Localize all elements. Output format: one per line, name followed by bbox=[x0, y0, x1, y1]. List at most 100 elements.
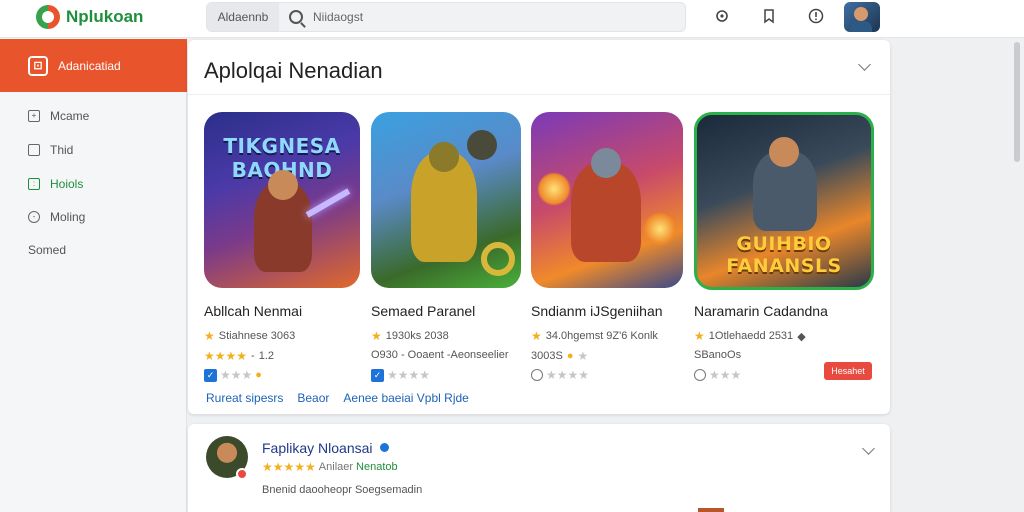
diamond-icon: ◆ bbox=[797, 330, 806, 343]
settings-icon[interactable] bbox=[714, 8, 730, 24]
search-icon bbox=[289, 10, 303, 24]
rating-text: Anilaer bbox=[318, 461, 354, 473]
review-card: Faplikay Nloansai ★★★★★ Anilaer Nenatob … bbox=[188, 424, 890, 512]
character-head bbox=[429, 142, 459, 172]
sidebar-item-label: Moling bbox=[50, 210, 86, 224]
rating-separator: - bbox=[251, 350, 255, 362]
app-meta: ★ 34.0hgemst 9Z'6 Konlk bbox=[531, 329, 658, 343]
app-actions: ★★★★ bbox=[531, 368, 589, 382]
app-card-4[interactable]: GUIHBIO FANANSLS Naramarin Cadandna ★ 1O… bbox=[694, 112, 874, 382]
sidebar-item-4[interactable]: - Moling bbox=[28, 210, 85, 224]
apps-section-card: Aplolqai Nenadian TIKGNESA BAOHND Abllca… bbox=[188, 40, 890, 414]
bookmark-icon[interactable] bbox=[761, 8, 777, 24]
weapon-glow bbox=[305, 188, 351, 218]
star-icon: ★ bbox=[371, 329, 382, 343]
user-avatar[interactable] bbox=[844, 2, 880, 32]
star-outline-icon: ★★★ bbox=[220, 368, 253, 382]
shield bbox=[481, 242, 515, 276]
divider bbox=[188, 94, 890, 95]
app-rating: ★★★★ - 1.2 bbox=[204, 349, 274, 363]
reviewer-name[interactable]: Faplikay Nloansai bbox=[262, 440, 373, 456]
app-meta-text: 34.0hgemst 9Z'6 Konlk bbox=[545, 330, 658, 342]
section-links: Rureat sipesrs Beaor Aenee baeiai Vpbl R… bbox=[206, 391, 469, 405]
sidebar-item-3[interactable]: : Hoiols bbox=[28, 177, 83, 191]
app-thumbnail[interactable]: TIKGNESA BAOHND bbox=[204, 112, 360, 288]
sidebar-item-active[interactable]: ⊡ Adanicatiad bbox=[0, 39, 187, 92]
sidebar-item-label: Mcame bbox=[50, 109, 90, 123]
app-card-1[interactable]: TIKGNESA BAOHND Abllcah Nenmai ★ Stiahne… bbox=[204, 112, 364, 382]
star-icon: ★ bbox=[694, 329, 705, 343]
app-name[interactable]: Sndianm iJSgeniihan bbox=[531, 303, 663, 319]
app-logo[interactable]: Nplukoan bbox=[36, 5, 143, 29]
app-actions: ✓ ★★★ ● bbox=[204, 368, 262, 382]
sidebar-item-2[interactable]: Thid bbox=[28, 143, 73, 157]
app-name[interactable]: Naramarin Cadandna bbox=[694, 303, 828, 319]
sidebar-item-5[interactable]: Somed bbox=[28, 243, 66, 257]
app-name[interactable]: Semaed Paranel bbox=[371, 303, 475, 319]
sidebar-item-label: Hoiols bbox=[50, 177, 84, 191]
grid-icon: + bbox=[28, 110, 40, 122]
app-rating: SBanoOs bbox=[694, 349, 741, 361]
app-thumbnail[interactable]: GUIHBIO FANANSLS bbox=[694, 112, 874, 290]
star-icon: ★★★★ bbox=[204, 349, 248, 363]
app-name[interactable]: Abllcah Nenmai bbox=[204, 303, 302, 319]
app-card-3[interactable]: Sndianm iJSgeniihan ★ 34.0hgemst 9Z'6 Ko… bbox=[531, 112, 691, 382]
scrollbar-thumb[interactable] bbox=[1014, 42, 1020, 162]
comment-icon[interactable] bbox=[531, 369, 543, 381]
logo-icon bbox=[36, 5, 60, 29]
fist bbox=[467, 130, 497, 160]
app-meta: ★ 1Otlehaedd 2531 ◆ bbox=[694, 329, 806, 343]
search-category-select[interactable]: Aldaennb bbox=[207, 3, 279, 31]
app-rating-value: 3003S bbox=[531, 350, 563, 362]
character-head bbox=[268, 170, 298, 200]
logo-text: Nplukoan bbox=[66, 7, 144, 26]
app-card-2[interactable]: Semaed Paranel ★ 1930ks 2038 O930 - Ooae… bbox=[371, 112, 531, 382]
link-2[interactable]: Beaor bbox=[297, 391, 329, 405]
clock-icon: - bbox=[28, 211, 40, 223]
search-bar: Aldaennb bbox=[206, 2, 686, 32]
app-rating: 3003S ● ★ bbox=[531, 349, 588, 363]
check-icon[interactable]: ✓ bbox=[204, 368, 217, 382]
character-head bbox=[769, 137, 799, 167]
app-meta-text: 1Otlehaedd 2531 bbox=[708, 330, 794, 342]
app-art-title: GUIHBIO FANANSLS bbox=[726, 233, 842, 277]
app-meta: ★ 1930ks 2038 bbox=[371, 329, 449, 343]
sidebar-item-label: Thid bbox=[50, 143, 74, 157]
medal-icon: ● bbox=[255, 369, 262, 381]
folder-icon: : bbox=[28, 178, 40, 190]
sidebar: ⊡ Adanicatiad + Mcame Thid : Hoiols - Mo… bbox=[0, 38, 187, 512]
page-icon bbox=[28, 144, 40, 156]
top-bar: Nplukoan Aldaennb bbox=[0, 0, 1024, 38]
link-1[interactable]: Rureat sipesrs bbox=[206, 391, 283, 405]
app-thumbnail[interactable] bbox=[531, 112, 683, 288]
link-3[interactable]: Aenee baeiai Vpbl Rjde bbox=[343, 391, 468, 405]
app-publisher-text: O930 - Ooaent -Aeonseelier bbox=[371, 349, 509, 361]
sidebar-item-1[interactable]: + Mcame bbox=[28, 109, 89, 123]
comment-icon[interactable] bbox=[694, 369, 706, 381]
scrollbar[interactable] bbox=[1012, 40, 1022, 512]
medal-icon: ● bbox=[566, 350, 574, 362]
app-icon: ⊡ bbox=[28, 55, 48, 76]
fire-blast bbox=[643, 212, 677, 246]
sidebar-item-label: Adanicatiad bbox=[58, 58, 121, 73]
search-input[interactable] bbox=[313, 10, 613, 24]
check-icon[interactable]: ✓ bbox=[371, 368, 384, 382]
review-tag: Nenatob bbox=[356, 461, 398, 473]
review-accent bbox=[698, 508, 724, 512]
app-meta-text: Stiahnese 3063 bbox=[218, 330, 296, 342]
app-meta-text: 1930ks 2038 bbox=[385, 330, 449, 342]
section-title: Aplolqai Nenadian bbox=[204, 58, 383, 83]
status-badge[interactable]: Hesahet bbox=[824, 362, 872, 380]
app-thumbnail[interactable] bbox=[371, 112, 521, 288]
star-icon: ★ bbox=[531, 329, 542, 343]
app-actions: ★★★ bbox=[694, 368, 741, 382]
chevron-down-icon[interactable] bbox=[862, 442, 875, 455]
review-text: Bnenid daooheopr Soegsemadin bbox=[262, 484, 423, 496]
online-status-icon bbox=[236, 468, 248, 480]
fire-blast bbox=[537, 172, 571, 206]
chevron-down-icon[interactable] bbox=[858, 58, 871, 71]
app-publisher: O930 - Ooaent -Aeonseelier bbox=[371, 349, 509, 361]
star-icon: ★★★★★ bbox=[262, 460, 316, 474]
star-icon: ★ bbox=[204, 329, 215, 343]
info-icon[interactable] bbox=[808, 8, 824, 24]
